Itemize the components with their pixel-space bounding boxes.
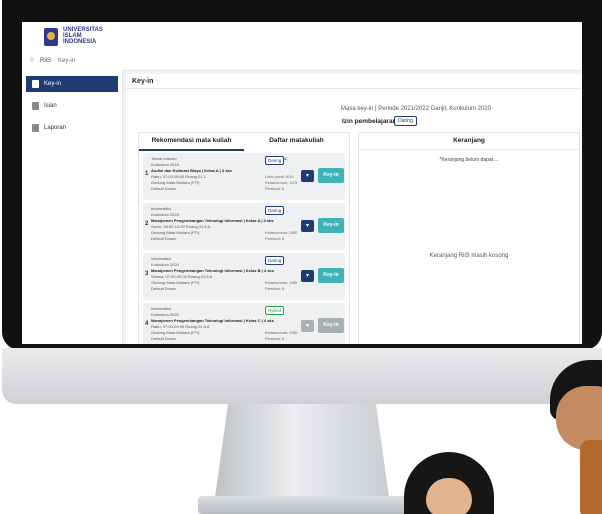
person-face bbox=[426, 478, 472, 514]
breadcrumb: ⌂ RiiS Key-in bbox=[22, 52, 582, 71]
course-line: Informatika bbox=[151, 256, 171, 261]
page-title: Key-in bbox=[132, 78, 154, 85]
breadcrumb-keyin: Key-in bbox=[58, 58, 76, 64]
cart-note: *Keranjang belum dapat ... bbox=[439, 157, 499, 163]
course-line: Teknik Industri bbox=[151, 156, 177, 161]
course-number: 3 bbox=[145, 271, 149, 277]
monitor-stand bbox=[214, 404, 390, 504]
course-line: Kurikulum 2020 bbox=[151, 312, 179, 317]
course-panel: Rekomendasi mata kuliah Daftar matakulia… bbox=[138, 132, 350, 344]
course-line: Gedung Mata Mutiara (FTI) bbox=[151, 330, 200, 335]
breadcrumb-riis[interactable]: RiiS bbox=[40, 58, 51, 64]
course-line: Gedung Mata Mutiara (FTI) bbox=[151, 280, 200, 285]
cart-panel: Keranjang *Keranjang belum dapat ... Ker… bbox=[358, 132, 580, 344]
keyin-button[interactable]: Key-in bbox=[318, 218, 344, 233]
course-line: Default Dosen bbox=[151, 186, 177, 191]
course-line: Default Dosen bbox=[151, 336, 177, 341]
logo-line: INDONESIA bbox=[63, 39, 97, 45]
course-line: Default Dosen bbox=[151, 286, 177, 291]
cart-icon[interactable]: ▾ bbox=[301, 320, 314, 332]
app-header: UNIVERSITAS ISLAM INDONESIA bbox=[22, 22, 582, 53]
course-card: 2 Informatika Kurikulum 2020 Manajemen P… bbox=[143, 203, 345, 250]
share-icon[interactable]: < bbox=[284, 157, 288, 163]
course-card: 1 Teknik Industri Kurikulum 2016 Audisi … bbox=[143, 153, 345, 200]
course-mode-badge: Hybrid bbox=[265, 306, 285, 315]
course-meta: Kelas/umum: 0/50 bbox=[265, 230, 298, 235]
sidebar-item-keyin[interactable]: Key-in bbox=[26, 76, 118, 92]
check-circle-icon: ✔ bbox=[586, 53, 602, 81]
course-line: Selasa, 07:00-09:00 Ruang 01.6 A bbox=[151, 274, 213, 279]
sidebar-item-label: Laporan bbox=[44, 125, 67, 131]
home-icon[interactable]: ⌂ bbox=[30, 57, 34, 63]
course-line: Audisi dan Estimasi Biaya | Kelas A | 3 … bbox=[151, 168, 232, 173]
course-meta: Limit prodi: 8/10 bbox=[265, 174, 294, 179]
cart-icon[interactable]: ▾ bbox=[301, 270, 314, 282]
sidebar-item-laporan[interactable]: Laporan bbox=[26, 120, 118, 136]
course-line: Informatika bbox=[151, 206, 171, 211]
course-line: Senin, 09:00-12:00 Ruang 01.6 A bbox=[151, 224, 211, 229]
course-card: 4 Informatika Kurikulum 2020 Manajemen P… bbox=[143, 303, 345, 344]
keyin-button[interactable]: Key-in bbox=[318, 268, 344, 283]
divider bbox=[126, 88, 582, 89]
course-line: Rabu, 07:00-09:00 Ruang 01.6 A bbox=[151, 324, 210, 329]
course-line: Rabu, 07:00-09:00 Ruang 01.1 bbox=[151, 174, 206, 179]
course-mode-badge: Daring bbox=[265, 206, 285, 215]
person-body bbox=[580, 440, 602, 514]
course-line: Manajemen Pengembangan Teknologi Informa… bbox=[151, 218, 274, 223]
document-icon bbox=[32, 102, 39, 110]
university-logo-icon bbox=[44, 28, 58, 46]
course-number: 1 bbox=[145, 171, 149, 177]
course-card: 3 Informatika Kurikulum 2020 Manajemen P… bbox=[143, 253, 345, 300]
monitor-stand-base bbox=[198, 496, 408, 514]
keyin-button[interactable]: Key-in bbox=[318, 168, 344, 183]
tab-rekomendasi[interactable]: Rekomendasi mata kuliah bbox=[139, 133, 244, 151]
period-info: Masa key-in | Periode 2021/2022 Ganjil, … bbox=[341, 106, 491, 112]
course-number: 2 bbox=[145, 221, 149, 227]
course-line: Gedung Mata Mutiara (FTI) bbox=[151, 180, 200, 185]
course-line: Kurikulum 2016 bbox=[151, 162, 179, 167]
course-mode-badge: Daring bbox=[265, 256, 285, 265]
sidebar: Key-in Isian Laporan bbox=[22, 70, 123, 344]
promo-scene: UNIVERSITAS ISLAM INDONESIA ⌂ RiiS Key-i… bbox=[0, 0, 602, 514]
course-meta: Peminat: 5 bbox=[265, 186, 285, 191]
course-line: Kurikulum 2020 bbox=[151, 212, 179, 217]
monitor-chin bbox=[2, 348, 602, 404]
course-line: Kurikulum 2020 bbox=[151, 262, 179, 267]
cart-empty-message: Keranjang RiiS masih kosong bbox=[429, 253, 509, 259]
cart-icon[interactable]: ▾ bbox=[301, 170, 314, 182]
course-mode-badge: Daring bbox=[265, 156, 285, 165]
course-line: Manajemen Pengembangan Teknologi Informa… bbox=[151, 318, 274, 323]
course-meta: Peminat: 6 bbox=[265, 236, 285, 241]
course-line: Manajemen Pengembangan Teknologi Informa… bbox=[151, 268, 274, 273]
main-content: Key-in Masa key-in | Periode 2021/2022 G… bbox=[126, 74, 582, 344]
izin-label: Izin pembelajaran bbox=[342, 118, 397, 125]
izin-badge: Daring bbox=[394, 116, 417, 126]
course-line: Gedung Mata Mutiara (FTI) bbox=[151, 230, 200, 235]
course-number: 4 bbox=[145, 321, 149, 327]
sidebar-item-label: Isian bbox=[44, 103, 57, 109]
monitor-screen: UNIVERSITAS ISLAM INDONESIA ⌂ RiiS Key-i… bbox=[22, 22, 582, 344]
sidebar-item-isian[interactable]: Isian bbox=[26, 98, 118, 114]
course-line: Informatika bbox=[151, 306, 171, 311]
keyin-button[interactable]: Key-in bbox=[318, 318, 344, 333]
key-icon bbox=[32, 80, 39, 88]
course-meta: Kelas/umum: 0/50 bbox=[265, 280, 298, 285]
course-meta: Peminat: 5 bbox=[265, 336, 285, 341]
report-icon bbox=[32, 124, 39, 132]
cart-title: Keranjang bbox=[359, 133, 579, 150]
course-meta: Kelas/umum: 0/50 bbox=[265, 330, 298, 335]
course-meta: Peminat: 5 bbox=[265, 286, 285, 291]
tab-daftar[interactable]: Daftar matakuliah bbox=[244, 133, 349, 149]
check-circle-icon: ✔ bbox=[586, 128, 602, 156]
cart-icon[interactable]: ▾ bbox=[301, 220, 314, 232]
sidebar-item-label: Key-in bbox=[44, 81, 62, 87]
course-line: Default Dosen bbox=[151, 236, 177, 241]
course-meta: Kelas/umum: 0/15 bbox=[265, 180, 298, 185]
university-logo-text: UNIVERSITAS ISLAM INDONESIA bbox=[63, 27, 103, 45]
